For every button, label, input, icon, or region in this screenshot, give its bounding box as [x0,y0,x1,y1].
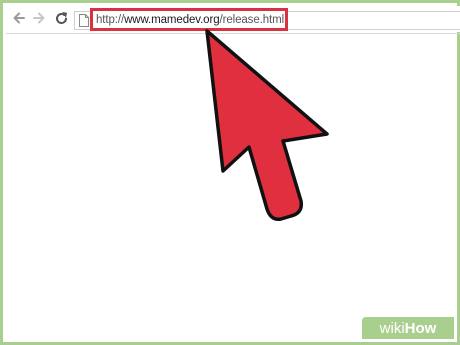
arrow-right-icon [33,12,45,24]
back-button[interactable] [11,10,27,26]
reload-button[interactable] [53,10,69,26]
reload-icon [55,11,67,24]
forward-button[interactable] [31,10,47,26]
mouse-pointer-icon [205,29,329,222]
watermark-part1: wiki [379,319,405,337]
watermark-part2: How [404,319,437,337]
browser-window: http://www.mamedev.org/release.html wiki… [0,0,460,345]
wikihow-watermark: wiki How [362,317,454,339]
arrow-left-icon [13,12,25,24]
page-icon [79,14,89,27]
url-prefix: http:// [96,13,125,26]
